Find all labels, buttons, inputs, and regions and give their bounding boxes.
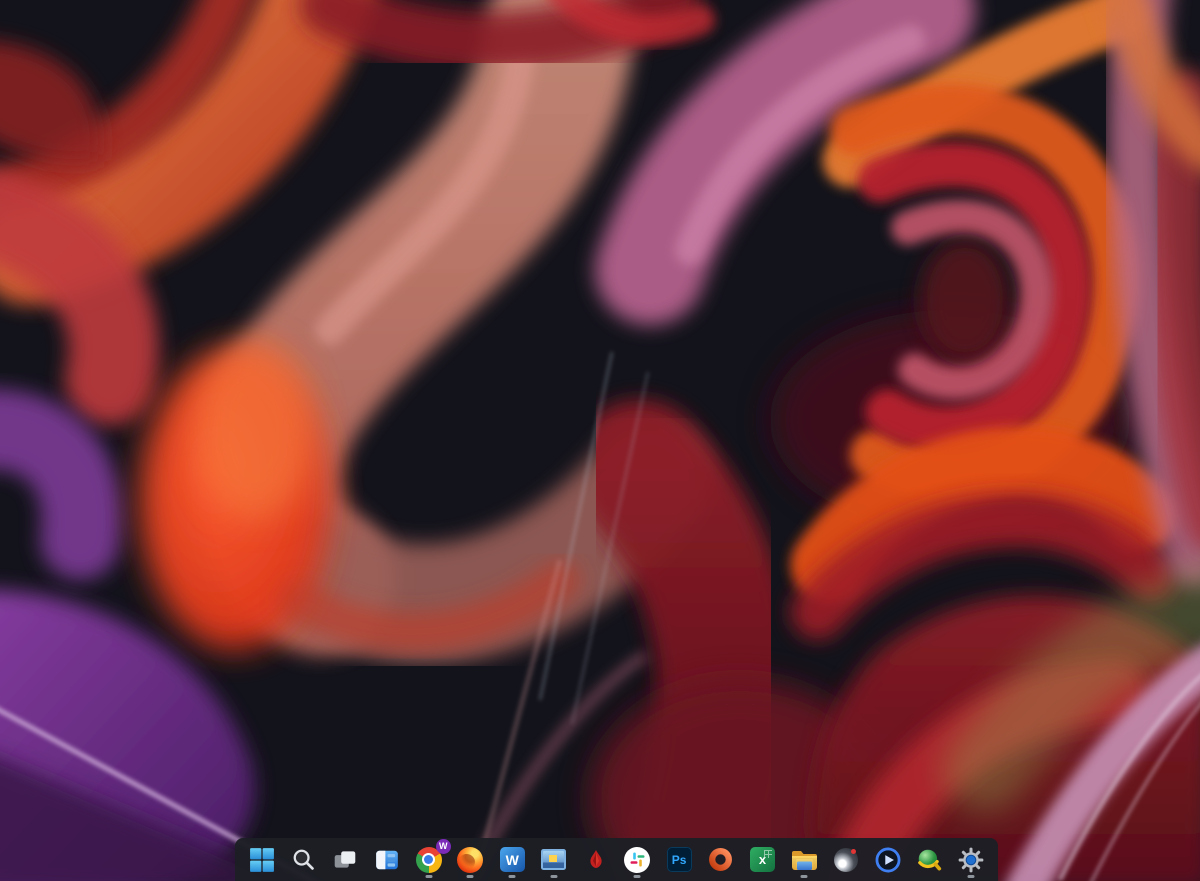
taskbar-media-player-button[interactable] [868, 840, 908, 880]
windows-start-icon [249, 847, 275, 873]
task-view-icon [332, 847, 358, 873]
firefox-icon [457, 847, 483, 873]
photos-icon [540, 848, 567, 872]
search-icon [291, 847, 316, 872]
taskbar-office-button[interactable] [701, 840, 741, 880]
widgets-panel-icon [374, 847, 400, 873]
taskbar-file-explorer-button[interactable] [784, 840, 824, 880]
taskbar-camera-orb-button[interactable] [826, 840, 866, 880]
taskbar-chrome-button[interactable]: W [409, 840, 449, 880]
taskbar-excel-button[interactable]: x [742, 840, 782, 880]
folder-icon [791, 848, 818, 871]
excel-icon: x [750, 847, 775, 872]
camera-orb-icon [834, 848, 858, 872]
taskbar-settings-button[interactable] [951, 840, 991, 880]
taskbar-flame-app-button[interactable] [576, 840, 616, 880]
word-glyph: W [506, 852, 519, 868]
photoshop-icon: Ps [667, 847, 692, 872]
taskbar-slack-button[interactable] [617, 840, 657, 880]
slack-icon [624, 847, 650, 873]
taskbar-widgets-button[interactable] [367, 840, 407, 880]
slack-hash-glyph [630, 852, 645, 867]
taskbar-firefox-button[interactable] [450, 840, 490, 880]
gear-icon [958, 847, 984, 873]
desktop: W W [0, 0, 1200, 881]
taskbar-globe-search-button[interactable] [909, 840, 949, 880]
taskbar-word-button[interactable]: W [492, 840, 532, 880]
word-icon: W [500, 847, 525, 872]
taskbar-task-view-button[interactable] [325, 840, 365, 880]
taskbar-photos-button[interactable] [534, 840, 574, 880]
media-player-icon [875, 847, 901, 873]
globe-search-icon [916, 847, 942, 873]
taskbar-start-button[interactable] [242, 840, 282, 880]
chrome-profile-badge: W [436, 839, 451, 854]
photoshop-glyph: Ps [672, 853, 687, 867]
taskbar-photoshop-button[interactable]: Ps [659, 840, 699, 880]
excel-glyph: x [759, 852, 766, 867]
office-icon [708, 847, 733, 872]
wallpaper [0, 0, 1200, 881]
flame-icon [584, 848, 608, 872]
taskbar-search-button[interactable] [284, 840, 324, 880]
taskbar: W W [235, 838, 998, 881]
